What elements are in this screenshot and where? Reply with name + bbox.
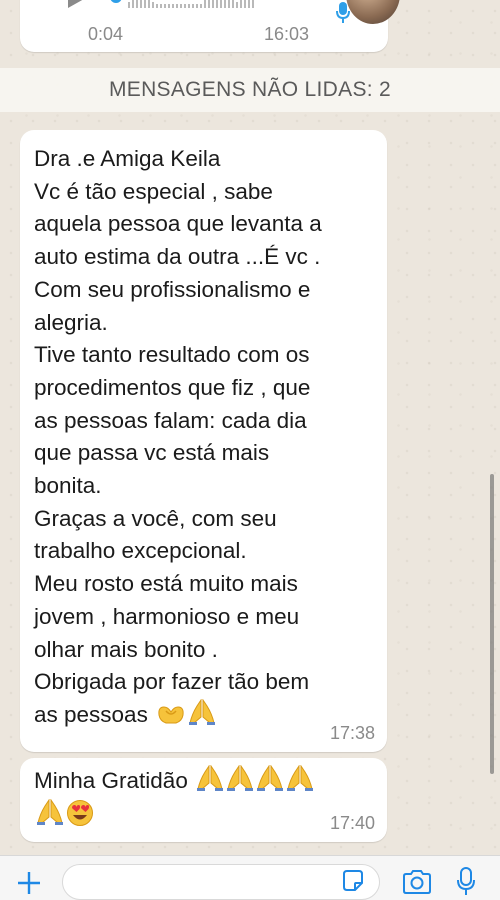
unread-messages-banner: MENSAGENS NÃO LIDAS: 2 — [0, 68, 500, 112]
chat-area[interactable]: 0:04 16:03 MENSAGENS NÃO LIDAS: 2 Dra .e… — [0, 0, 500, 855]
message-timestamp: 17:40 — [329, 813, 375, 833]
folded-hands-emoji — [224, 764, 254, 793]
voice-timestamp: 16:03 — [264, 24, 310, 44]
emoji-group — [34, 798, 94, 827]
folded-hands-emoji — [284, 764, 314, 793]
folded-hands-emoji — [194, 764, 224, 793]
scrollbar[interactable] — [490, 474, 494, 774]
emoji-group — [194, 764, 314, 793]
heart-hands-emoji — [158, 706, 184, 724]
plus-icon[interactable] — [16, 870, 42, 896]
message-bubble[interactable]: Minha Gratidão 17:40 — [20, 758, 387, 842]
message-text: Dra .e Amiga Keila Vc é tão especial , s… — [34, 143, 377, 732]
waveform-icon — [128, 0, 318, 8]
heart-eyes-emoji — [64, 800, 94, 827]
play-icon[interactable] — [68, 0, 84, 8]
message-bubble[interactable]: Dra .e Amiga Keila Vc é tão especial , s… — [20, 130, 387, 752]
sticker-icon[interactable] — [341, 869, 365, 893]
microphone-icon[interactable] — [456, 867, 476, 897]
folded-hands-emoji — [254, 764, 284, 793]
playback-position-icon[interactable] — [110, 0, 122, 3]
folded-hands-emoji — [34, 798, 64, 827]
message-body: Dra .e Amiga Keila Vc é tão especial , s… — [34, 146, 322, 727]
camera-icon[interactable] — [402, 869, 432, 895]
message-body: Minha Gratidão — [34, 768, 188, 793]
message-text: Minha Gratidão — [34, 764, 377, 832]
message-input[interactable] — [62, 864, 380, 900]
voice-duration: 0:04 — [88, 24, 124, 44]
folded-hands-emoji — [189, 698, 216, 725]
message-timestamp: 17:38 — [329, 723, 375, 743]
avatar[interactable] — [346, 0, 400, 24]
voice-message-bubble[interactable]: 0:04 16:03 — [20, 0, 400, 52]
message-input-bar — [0, 855, 500, 900]
